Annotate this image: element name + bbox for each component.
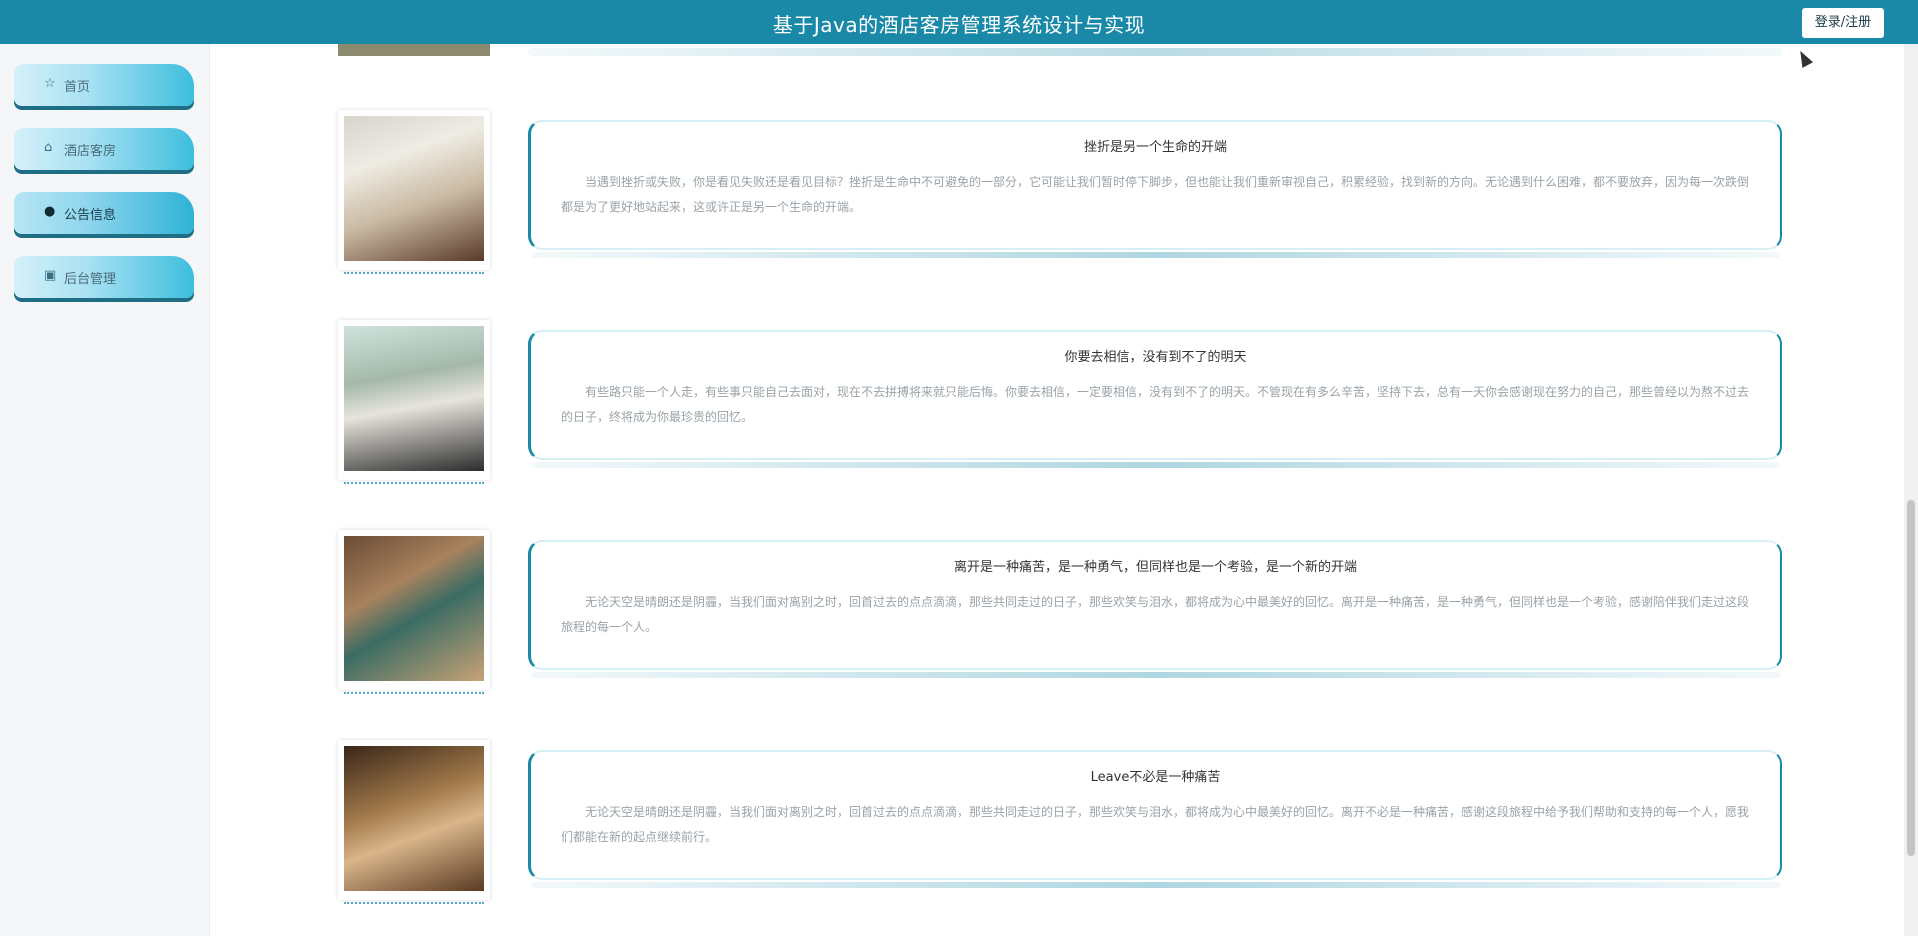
- room-photo: [344, 536, 484, 681]
- room-photo: [344, 116, 484, 261]
- page-scrollbar[interactable]: [1904, 44, 1918, 936]
- top-header: 基于Java的酒店客房管理系统设计与实现 登录/注册: [0, 0, 1918, 44]
- notice-thumbnail[interactable]: [338, 530, 490, 694]
- home-icon: ☆: [44, 76, 56, 91]
- sidebar-item-label: 后台管理: [64, 272, 117, 287]
- notice-panel[interactable]: Leave不必是一种痛苦 无论天空是晴朗还是阴霾，当我们面对离别之时，回首过去的…: [528, 750, 1782, 888]
- sidebar-item-notices[interactable]: ● 公告信息: [14, 192, 194, 234]
- sidebar-item-label: 酒店客房: [64, 144, 117, 159]
- notice-panel[interactable]: 离开是一种痛苦，是一种勇气，但同样也是一个考验，是一个新的开端 无论天空是晴朗还…: [528, 540, 1782, 678]
- scrollbar-thumb[interactable]: [1907, 500, 1915, 856]
- sidebar-item-home[interactable]: ☆ 首页: [14, 64, 194, 106]
- notice-title[interactable]: 你要去相信，没有到不了的明天: [531, 346, 1780, 365]
- notice-excerpt: 无论天空是晴朗还是阴霾，当我们面对离别之时，回首过去的点点滴滴，那些共同走过的日…: [561, 805, 1750, 844]
- notice-excerpt: 当遇到挫折或失败，你是看见失败还是看见目标？挫折是生命中不可避免的一部分，它可能…: [561, 175, 1750, 214]
- notice-card[interactable]: 挫折是另一个生命的开端 当遇到挫折或失败，你是看见失败还是看见目标？挫折是生命中…: [330, 110, 1786, 280]
- notice-title[interactable]: 挫折是另一个生命的开端: [531, 136, 1780, 155]
- partial-notice-panel: [528, 48, 1782, 56]
- notice-thumbnail[interactable]: [338, 740, 490, 904]
- login-register-button[interactable]: 登录/注册: [1802, 8, 1884, 38]
- room-photo: [344, 746, 484, 891]
- archive-icon: ▣: [44, 268, 57, 283]
- site-title: 基于Java的酒店客房管理系统设计与实现: [772, 13, 1146, 37]
- notice-excerpt: 无论天空是晴朗还是阴霾，当我们面对离别之时，回首过去的点点滴滴，那些共同走过的日…: [561, 595, 1750, 634]
- notice-panel[interactable]: 挫折是另一个生命的开端 当遇到挫折或失败，你是看见失败还是看见目标？挫折是生命中…: [528, 120, 1782, 258]
- sidebar-item-label: 公告信息: [64, 208, 117, 223]
- notice-thumbnail[interactable]: [338, 110, 490, 274]
- room-photo: [344, 326, 484, 471]
- notice-card[interactable]: Leave不必是一种痛苦 无论天空是晴朗还是阴霾，当我们面对离别之时，回首过去的…: [330, 740, 1786, 910]
- notice-thumbnail[interactable]: [338, 320, 490, 484]
- notice-title[interactable]: 离开是一种痛苦，是一种勇气，但同样也是一个考验，是一个新的开端: [531, 556, 1780, 575]
- sidebar-item-rooms[interactable]: ⌂ 酒店客房: [14, 128, 194, 170]
- notice-card[interactable]: 离开是一种痛苦，是一种勇气，但同样也是一个考验，是一个新的开端 无论天空是晴朗还…: [330, 530, 1786, 700]
- notice-title[interactable]: Leave不必是一种痛苦: [531, 766, 1780, 785]
- sidebar: ☆ 首页 ⌂ 酒店客房 ● 公告信息 ▣ 后台管理: [0, 44, 210, 936]
- info-icon: ●: [44, 204, 56, 219]
- notice-card[interactable]: 你要去相信，没有到不了的明天 有些路只能一个人走，有些事只能自己去面对，现在不去…: [330, 320, 1786, 490]
- partial-notice-image: [338, 44, 490, 56]
- sidebar-item-admin[interactable]: ▣ 后台管理: [14, 256, 194, 298]
- lock-icon: ⌂: [44, 140, 53, 155]
- mouse-cursor-icon: [1794, 48, 1814, 68]
- sidebar-item-label: 首页: [64, 80, 91, 95]
- notice-panel[interactable]: 你要去相信，没有到不了的明天 有些路只能一个人走，有些事只能自己去面对，现在不去…: [528, 330, 1782, 468]
- notice-excerpt: 有些路只能一个人走，有些事只能自己去面对，现在不去拼搏将来就只能后悔。你要去相信…: [561, 385, 1750, 424]
